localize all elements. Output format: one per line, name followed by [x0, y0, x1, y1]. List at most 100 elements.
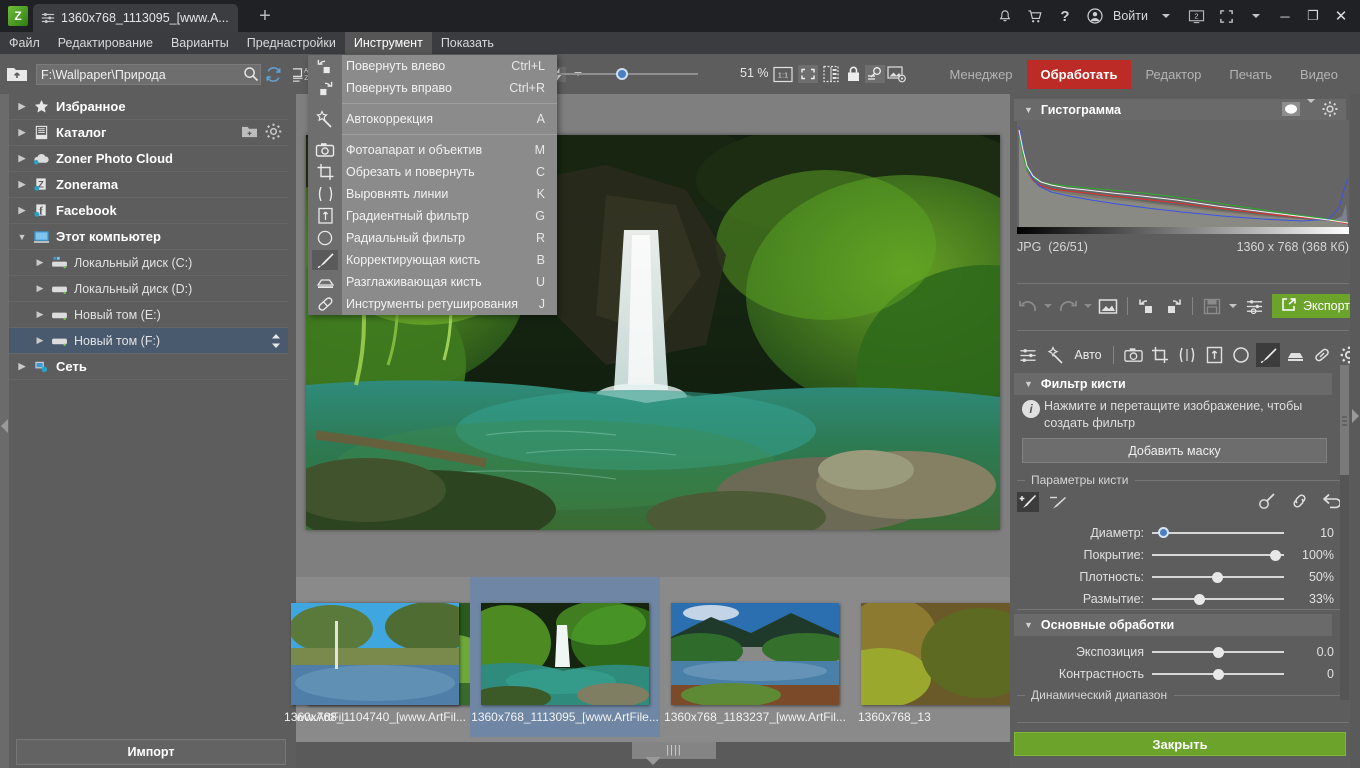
- crop-icon[interactable]: [1148, 343, 1172, 367]
- menu-item-variants[interactable]: Варианты: [162, 32, 238, 54]
- slider-track[interactable]: [1152, 570, 1284, 584]
- menu-option-rotate-right[interactable]: Повернуть вправо Ctrl+R: [308, 77, 557, 99]
- list-item[interactable]: ww.ArtFil...: [200, 577, 475, 737]
- document-tab[interactable]: 1360x768_1113095_[www.A...: [33, 4, 238, 32]
- add-mask-button[interactable]: Добавить маску: [1022, 438, 1327, 463]
- perspective-icon[interactable]: [1175, 343, 1199, 367]
- tab-manager[interactable]: Менеджер: [935, 60, 1026, 89]
- rotate-right-icon[interactable]: [1161, 294, 1185, 318]
- menu-item-presets[interactable]: Преднастройки: [238, 32, 345, 54]
- menu-item-edit[interactable]: Редактирование: [49, 32, 162, 54]
- slider-track[interactable]: [1152, 526, 1284, 540]
- list-item[interactable]: 1360x768_1104740_[www.ArtFil...: [280, 577, 470, 737]
- save-dropdown-icon[interactable]: [1226, 294, 1240, 318]
- brush-icon[interactable]: [1256, 343, 1280, 367]
- chevron-down-icon[interactable]: ▼: [1024, 379, 1033, 389]
- restore-button[interactable]: ❐: [1300, 0, 1326, 32]
- radial-filter-icon[interactable]: [1229, 343, 1253, 367]
- sliders-icon[interactable]: [1016, 343, 1040, 367]
- tab-develop[interactable]: Обработать: [1026, 59, 1132, 89]
- right-panel-collapse-handle[interactable]: [1350, 94, 1360, 768]
- slider-knob[interactable]: [1194, 594, 1205, 605]
- gear-icon[interactable]: [265, 123, 282, 143]
- chevron-right-icon[interactable]: ▶: [32, 257, 48, 268]
- list-item[interactable]: 1360x768_13: [850, 577, 1029, 737]
- menu-option-camera-and-lens[interactable]: Фотоапарат и объектив M: [308, 139, 557, 161]
- camera-icon[interactable]: [1121, 343, 1145, 367]
- slider-knob[interactable]: [1213, 669, 1224, 680]
- auto-button[interactable]: Авто: [1070, 343, 1106, 367]
- sidebar-item-favorites[interactable]: ▶ Избранное: [8, 94, 288, 120]
- settings-sliders-icon[interactable]: [1242, 294, 1266, 318]
- import-button[interactable]: Импорт: [16, 739, 286, 765]
- brush-erase-icon[interactable]: [1047, 492, 1069, 512]
- tab-print[interactable]: Печать: [1215, 60, 1286, 89]
- sidebar-item-zonerama[interactable]: ▶ Z Zonerama: [8, 172, 288, 198]
- slider-track[interactable]: [1152, 667, 1284, 681]
- undo-dropdown-icon[interactable]: [1042, 294, 1054, 318]
- chevron-down-icon[interactable]: [1307, 99, 1315, 117]
- menu-item-tool[interactable]: Инструмент: [344, 32, 432, 54]
- menu-option-gradient-filter[interactable]: Градиентный фильтр G: [308, 205, 557, 227]
- chevron-right-icon[interactable]: ▶: [14, 101, 30, 112]
- slider-exposure[interactable]: Экспозиция 0.0: [1017, 642, 1349, 662]
- chevron-right-icon[interactable]: ▶: [14, 361, 30, 372]
- add-folder-icon[interactable]: [241, 124, 258, 142]
- zoom-slider-knob[interactable]: [616, 68, 628, 80]
- redo-dropdown-icon[interactable]: [1082, 294, 1094, 318]
- menu-option-radial-filter[interactable]: Радиальный фильтр R: [308, 227, 557, 249]
- slider-knob[interactable]: [1212, 572, 1223, 583]
- brush-add-icon[interactable]: [1017, 492, 1039, 512]
- chevron-right-icon[interactable]: ▶: [14, 153, 30, 164]
- chevron-right-icon[interactable]: ▶: [32, 335, 48, 346]
- export-button[interactable]: Экспорт: [1272, 294, 1359, 318]
- resize-handle-icon[interactable]: [270, 333, 282, 349]
- slider-knob[interactable]: [1213, 647, 1224, 658]
- user-icon[interactable]: [1081, 0, 1109, 32]
- pick-color-icon[interactable]: [1258, 492, 1276, 513]
- rotate-left-icon[interactable]: [1135, 294, 1159, 318]
- menu-item-file[interactable]: Файл: [0, 32, 49, 54]
- chevron-right-icon[interactable]: ▶: [32, 309, 48, 320]
- chevron-right-icon[interactable]: ▶: [14, 205, 30, 216]
- slider-knob[interactable]: [1270, 550, 1281, 561]
- sidebar-item-new-volume-e[interactable]: ▶ Новый том (E:): [8, 302, 288, 328]
- sidebar-item-local-disk-c[interactable]: ▶ Локальный диск (C:): [8, 250, 288, 276]
- slider-diameter[interactable]: Диаметр: 10: [1017, 523, 1349, 543]
- gradient-filter-icon[interactable]: [1202, 343, 1226, 367]
- chevron-down-icon[interactable]: ▼: [14, 232, 30, 242]
- close-button-panel[interactable]: Закрыть: [1014, 732, 1346, 756]
- fullscreen-icon[interactable]: [1212, 0, 1240, 32]
- minimize-button[interactable]: ─: [1272, 0, 1298, 32]
- right-panel-scrollbar-thumb[interactable]: [1340, 365, 1349, 475]
- menu-option-retouch-tools[interactable]: Инструменты ретуширования J: [308, 293, 557, 315]
- slider-track[interactable]: [1152, 592, 1284, 606]
- retouch-icon[interactable]: [1310, 343, 1334, 367]
- section-header-basic-edits[interactable]: ▼ Основные обработки: [1014, 614, 1332, 636]
- section-header-histogram[interactable]: ▼ Гистограмма: [1014, 99, 1346, 121]
- sidebar-item-new-volume-f[interactable]: ▶ Новый том (F:): [8, 328, 288, 354]
- sidebar-item-local-disk-d[interactable]: ▶ Локальный диск (D:): [8, 276, 288, 302]
- slider-track[interactable]: [1152, 645, 1284, 659]
- compare-image-icon[interactable]: [1096, 294, 1120, 318]
- redo-icon[interactable]: [1056, 294, 1080, 318]
- tab-video[interactable]: Видео: [1286, 60, 1352, 89]
- tab-editor[interactable]: Редактор: [1131, 60, 1215, 89]
- help-icon[interactable]: ?: [1051, 0, 1079, 32]
- list-item[interactable]: 1360x768_1183237_[www.ArtFil...: [660, 577, 850, 737]
- sidebar-item-network[interactable]: ▶ Сеть: [8, 354, 288, 380]
- bell-icon[interactable]: [991, 0, 1019, 32]
- histogram-mode-icon[interactable]: [1282, 101, 1300, 119]
- menu-option-adjustment-brush[interactable]: Корректирующая кисть B: [308, 249, 557, 271]
- menu-option-smoothing-brush[interactable]: Разглаживающая кисть U: [308, 271, 557, 293]
- fullscreen-dropdown-icon[interactable]: [1242, 0, 1270, 32]
- sidebar-item-zoner-photo-cloud[interactable]: ▶ Zoner Photo Cloud: [8, 146, 288, 172]
- slider-contrast[interactable]: Контрастность 0: [1017, 664, 1349, 684]
- undo-icon[interactable]: [1016, 294, 1040, 318]
- folder-up-icon[interactable]: [6, 64, 28, 84]
- gear-icon[interactable]: [1322, 101, 1338, 120]
- menu-option-rotate-left[interactable]: Повернуть влево Ctrl+L: [308, 55, 557, 77]
- slider-track[interactable]: [1152, 548, 1284, 562]
- signin-label[interactable]: Войти: [1111, 9, 1150, 23]
- menu-item-view[interactable]: Показать: [432, 32, 503, 54]
